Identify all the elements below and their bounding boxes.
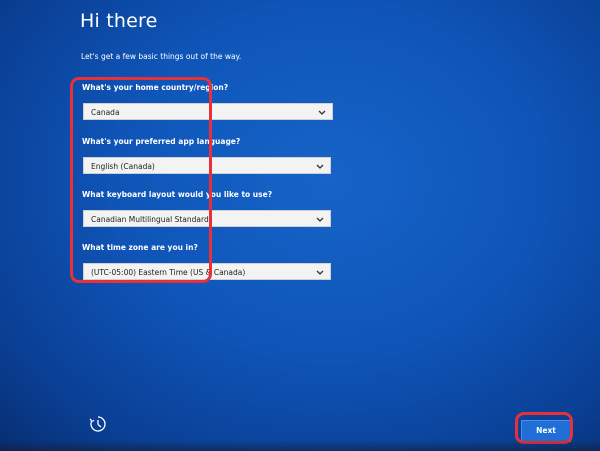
fields-highlight [70,77,212,283]
setup-screen: Hi there Let's get a few basic things ou… [0,0,600,451]
page-subtitle: Let's get a few basic things out of the … [81,52,242,61]
page-title: Hi there [80,10,158,32]
accessibility-icon[interactable] [89,415,107,433]
chevron-down-icon [316,211,324,228]
chevron-down-icon [316,158,324,175]
chevron-down-icon [318,104,326,121]
bottom-edge [0,440,600,451]
chevron-down-icon [316,264,324,281]
